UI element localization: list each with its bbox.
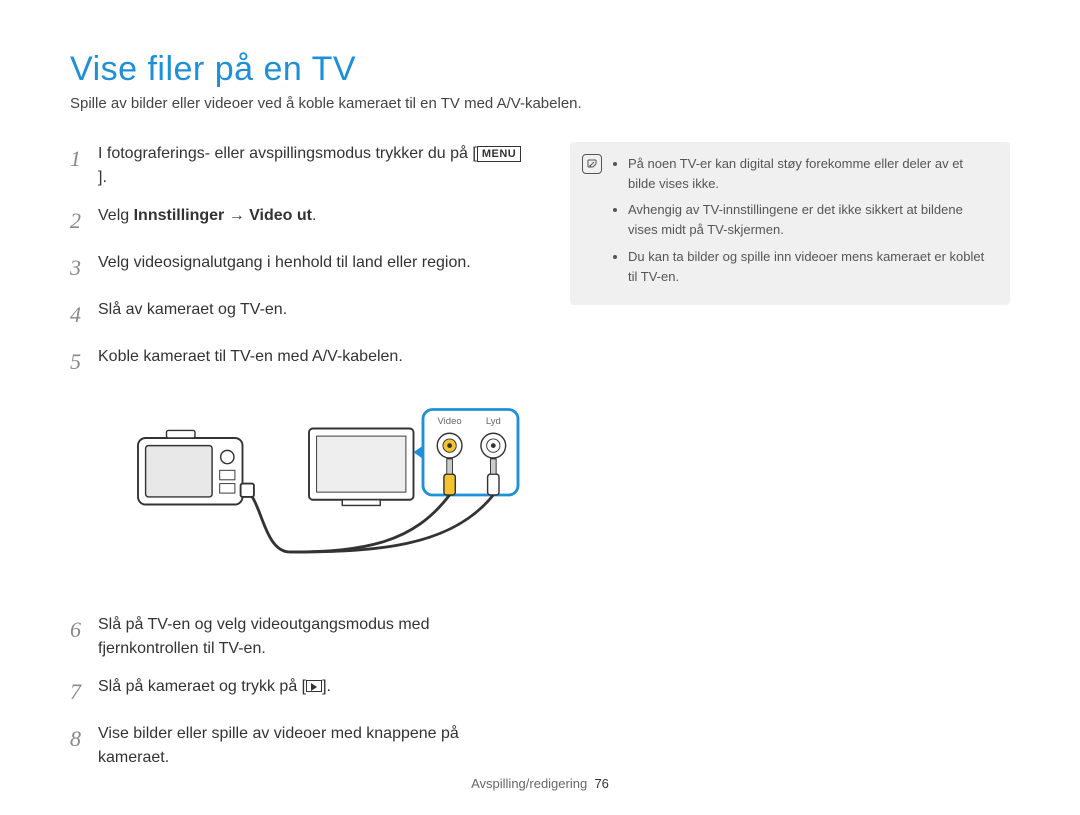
step-number: 2 bbox=[70, 204, 92, 237]
step-5: 5 Koble kameraet til TV-en med A/V-kabel… bbox=[70, 345, 530, 378]
step-text: Velg Innstillinger → Video ut. bbox=[98, 204, 316, 228]
step-6: 6 Slå på TV-en og velg videoutgangsmodus… bbox=[70, 613, 530, 661]
footer-page-number: 76 bbox=[594, 776, 608, 791]
manual-page: Vise filer på en TV Spille av bilder ell… bbox=[0, 0, 1080, 815]
step-text: I fotograferings- eller avspillingsmodus… bbox=[98, 142, 530, 190]
note-box: På noen TV-er kan digital støy forekomme… bbox=[570, 142, 1010, 305]
step-number: 4 bbox=[70, 298, 92, 331]
note-item: På noen TV-er kan digital støy forekomme… bbox=[628, 154, 994, 194]
steps-column: 1 I fotograferings- eller avspillingsmod… bbox=[70, 142, 530, 784]
step-text: Slå på TV-en og velg videoutgangsmodus m… bbox=[98, 613, 530, 661]
av-jacks-callout: Video Lyd bbox=[414, 410, 519, 496]
content-columns: 1 I fotograferings- eller avspillingsmod… bbox=[70, 142, 1010, 784]
connection-diagram: Video Lyd bbox=[98, 400, 558, 590]
step-3: 3 Velg videosignalutgang i henhold til l… bbox=[70, 251, 530, 284]
step-text: Slå av kameraet og TV-en. bbox=[98, 298, 287, 322]
camera-icon bbox=[138, 430, 243, 504]
audio-jack-label: Lyd bbox=[486, 416, 501, 427]
step-text: Vise bilder eller spille av videoer med … bbox=[98, 722, 530, 770]
note-item: Avhengig av TV-innstillingene er det ikk… bbox=[628, 200, 994, 240]
step-number: 3 bbox=[70, 251, 92, 284]
tv-icon bbox=[309, 429, 414, 506]
step-1: 1 I fotograferings- eller avspillingsmod… bbox=[70, 142, 530, 190]
step-text: Koble kameraet til TV-en med A/V-kabelen… bbox=[98, 345, 403, 369]
note-icon bbox=[582, 154, 602, 174]
step-number: 8 bbox=[70, 722, 92, 755]
step-8: 8 Vise bilder eller spille av videoer me… bbox=[70, 722, 530, 770]
menu-button-label: MENU bbox=[477, 146, 521, 162]
note-item: Du kan ta bilder og spille inn videoer m… bbox=[628, 247, 994, 287]
playback-icon bbox=[306, 680, 322, 692]
step-7: 7 Slå på kameraet og trykk på []. bbox=[70, 675, 530, 708]
step-number: 5 bbox=[70, 345, 92, 378]
step-number: 1 bbox=[70, 142, 92, 175]
notes-column: På noen TV-er kan digital støy forekomme… bbox=[570, 142, 1010, 784]
step-2: 2 Velg Innstillinger → Video ut. bbox=[70, 204, 530, 237]
video-jack-label: Video bbox=[438, 416, 462, 427]
page-subtitle: Spille av bilder eller videoer ved å kob… bbox=[70, 95, 1010, 112]
step-4: 4 Slå av kameraet og TV-en. bbox=[70, 298, 530, 331]
page-title: Vise filer på en TV bbox=[70, 50, 1010, 89]
footer-section: Avspilling/redigering bbox=[471, 776, 587, 791]
step-number: 6 bbox=[70, 613, 92, 646]
step-text: Slå på kameraet og trykk på []. bbox=[98, 675, 331, 699]
step-number: 7 bbox=[70, 675, 92, 708]
note-list: På noen TV-er kan digital støy forekomme… bbox=[614, 154, 994, 287]
step-text: Velg videosignalutgang i henhold til lan… bbox=[98, 251, 471, 275]
page-footer: Avspilling/redigering 76 bbox=[0, 776, 1080, 791]
